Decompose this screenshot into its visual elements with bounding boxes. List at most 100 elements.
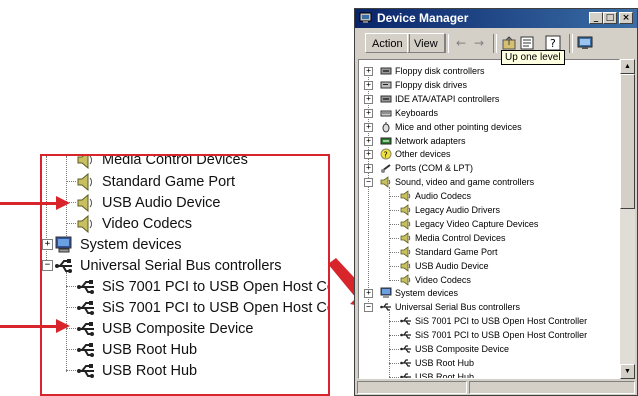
action-menu[interactable]: Action xyxy=(365,33,410,53)
tree-item[interactable]: Ports (COM & LPT) xyxy=(380,161,473,175)
properties-icon[interactable] xyxy=(519,35,535,51)
collapse-toggle[interactable]: − xyxy=(364,178,373,188)
usb-icon xyxy=(400,317,411,325)
tree-line xyxy=(389,335,399,337)
expand-toggle[interactable]: + xyxy=(364,164,373,174)
tree-item[interactable]: Media Control Devices xyxy=(400,231,506,245)
list-item[interactable]: Video Codecs xyxy=(76,213,192,234)
drive-icon xyxy=(380,81,392,89)
list-item[interactable]: SiS 7001 PCI to USB Open Host Controller xyxy=(76,276,328,297)
tree-item[interactable]: Keyboards xyxy=(380,106,438,120)
forward-icon[interactable]: → xyxy=(471,35,487,51)
tree-item[interactable]: USB Composite Device xyxy=(400,342,509,356)
speaker-icon xyxy=(400,245,411,258)
tree-item-label: Other devices xyxy=(395,149,451,160)
usb-icon xyxy=(77,321,94,336)
tree-item[interactable]: Legacy Video Capture Devices xyxy=(400,217,538,231)
pointer-arrow xyxy=(0,202,58,205)
collapse-toggle[interactable]: − xyxy=(42,260,53,271)
usb-icon xyxy=(55,258,72,273)
tree-item[interactable]: Universal Serial Bus controllers xyxy=(380,300,520,314)
expand-toggle[interactable]: + xyxy=(364,94,373,104)
tree-line xyxy=(66,307,76,308)
tree-line xyxy=(389,251,399,253)
scan-hardware-icon[interactable] xyxy=(577,35,593,51)
tree-item-label: USB Root Hub xyxy=(415,357,475,368)
tree-item[interactable]: Mice and other pointing devices xyxy=(380,120,522,134)
expand-toggle[interactable]: + xyxy=(364,289,373,299)
back-icon[interactable]: ← xyxy=(453,35,469,51)
tree-item[interactable]: SiS 7001 PCI to USB Open Host Controller xyxy=(400,328,587,342)
list-item[interactable]: USB Root Hub xyxy=(76,339,197,360)
tooltip: Up one level xyxy=(501,50,565,65)
list-item[interactable]: USB Root Hub xyxy=(76,360,197,381)
tree-item-label: USB Root Hub xyxy=(415,371,475,379)
collapse-toggle[interactable]: − xyxy=(364,303,373,313)
tree-item[interactable]: Standard Game Port xyxy=(400,245,498,259)
toolbar-separator xyxy=(445,34,449,53)
expand-toggle[interactable]: + xyxy=(364,122,373,132)
tree-item[interactable]: System devices xyxy=(380,286,458,300)
mouse-icon xyxy=(382,121,390,133)
tree-line xyxy=(389,223,399,225)
tree-item[interactable]: SiS 7001 PCI to USB Open Host Controller xyxy=(400,314,587,328)
device-manager-icon xyxy=(359,12,372,23)
question-icon: ? xyxy=(380,148,392,160)
tree-item-label: Universal Serial Bus controllers xyxy=(395,302,521,313)
maximize-button[interactable]: □ xyxy=(603,12,617,24)
tree-item[interactable]: Floppy disk controllers xyxy=(380,64,485,78)
tree-line xyxy=(389,210,399,211)
tree-item[interactable]: ? Other devices xyxy=(380,147,451,161)
expand-toggle[interactable]: + xyxy=(364,80,373,90)
device-tree[interactable]: Floppy disk controllers + Floppy disk driv… xyxy=(358,59,620,379)
tree-item[interactable]: Legacy Audio Drivers xyxy=(400,203,500,217)
help-icon[interactable]: ? xyxy=(545,35,561,51)
scroll-up-button[interactable]: ▲ xyxy=(620,59,635,74)
minimize-button[interactable]: _ xyxy=(589,12,603,24)
tree-item[interactable]: Floppy disk drives xyxy=(380,78,467,92)
speaker-icon xyxy=(400,273,411,286)
tree-item[interactable]: USB Audio Device xyxy=(400,259,489,273)
tree-item[interactable]: Audio Codecs xyxy=(400,189,471,203)
toolbar-separator xyxy=(493,34,497,53)
expand-toggle[interactable]: + xyxy=(364,136,373,146)
list-item[interactable]: System devices xyxy=(54,234,182,255)
list-item[interactable]: USB Audio Device xyxy=(76,192,220,213)
list-item[interactable]: SiS 7001 PCI to USB Open Host Controller xyxy=(76,297,328,318)
list-item[interactable]: Media Control Devices xyxy=(76,156,248,170)
scroll-down-button[interactable]: ▼ xyxy=(620,364,635,379)
status-panel xyxy=(357,381,467,394)
view-menu[interactable]: View xyxy=(407,33,445,53)
usb-icon xyxy=(400,359,411,367)
tree-item[interactable]: USB Root Hub xyxy=(400,370,475,379)
expand-toggle[interactable]: + xyxy=(364,108,373,118)
tree-item[interactable]: Network adapters xyxy=(380,134,466,148)
scroll-thumb[interactable] xyxy=(620,74,635,209)
tree-item[interactable]: Sound, video and game controllers xyxy=(380,175,534,189)
tree-item-label: IDE ATA/ATAPI controllers xyxy=(395,93,500,104)
controller-icon xyxy=(380,95,392,103)
list-item[interactable]: USB Composite Device xyxy=(76,318,254,339)
expand-toggle[interactable]: + xyxy=(364,150,373,160)
tree-item-label: Mice and other pointing devices xyxy=(395,121,522,132)
list-item-label: Video Codecs xyxy=(102,215,193,232)
tree-line xyxy=(389,265,399,267)
title-bar[interactable]: Device Manager _ □ × xyxy=(355,9,637,28)
list-item[interactable]: Standard Game Port xyxy=(76,171,235,192)
tree-item[interactable]: IDE ATA/ATAPI controllers xyxy=(380,92,499,106)
tree-item-label: Network adapters xyxy=(395,135,466,146)
vertical-scrollbar[interactable]: ▲ ▼ xyxy=(620,59,635,379)
arrowhead-icon xyxy=(56,196,70,210)
tree-item-label: System devices xyxy=(395,288,459,299)
tree-item[interactable]: Video Codecs xyxy=(400,273,471,287)
tree-item-label: Sound, video and game controllers xyxy=(395,177,535,188)
port-icon xyxy=(381,164,391,174)
close-button[interactable]: × xyxy=(619,12,633,24)
tree-item[interactable]: USB Root Hub xyxy=(400,356,474,370)
expand-toggle[interactable]: + xyxy=(364,67,373,76)
speaker-icon xyxy=(77,193,92,212)
up-one-level-icon[interactable] xyxy=(501,35,517,51)
expand-toggle[interactable]: + xyxy=(42,239,53,250)
tree-line xyxy=(66,370,76,371)
list-item[interactable]: Universal Serial Bus controllers xyxy=(54,255,281,276)
